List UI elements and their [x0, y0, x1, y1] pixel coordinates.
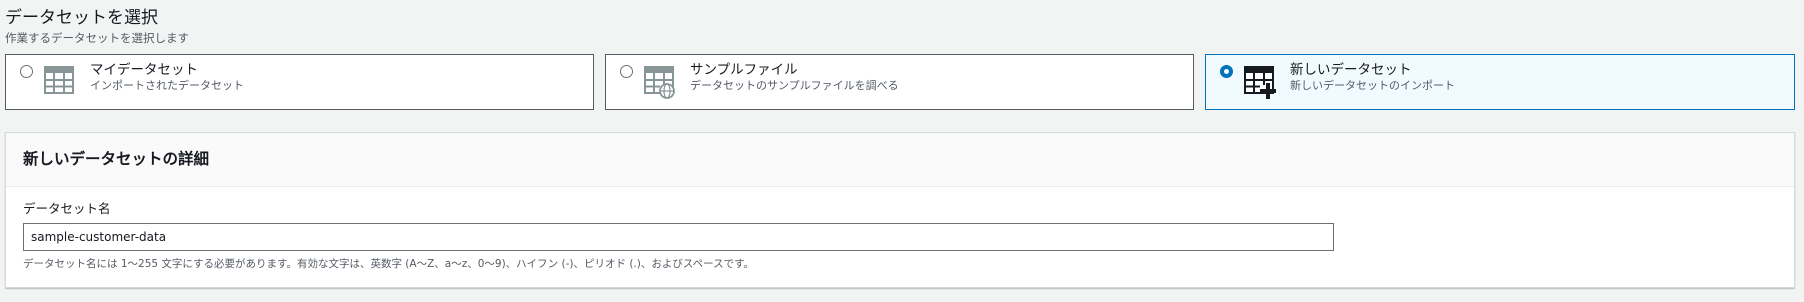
panel-title: 新しいデータセットの詳細 — [23, 150, 210, 168]
table-icon — [44, 66, 74, 94]
tile-sample-files[interactable]: サンプルファイル データセットのサンプルファイルを調べる — [605, 54, 1194, 110]
tile-new-dataset[interactable]: 新しいデータセット 新しいデータセットのインポート — [1205, 54, 1795, 110]
tile-sublabel: 新しいデータセットのインポート — [1290, 79, 1455, 92]
section-description: 作業するデータセットを選択します — [5, 31, 189, 45]
tile-my-datasets[interactable]: マイデータセット インポートされたデータセット — [5, 54, 594, 110]
tile-label: 新しいデータセット — [1290, 62, 1412, 78]
radio-my-datasets[interactable] — [20, 65, 33, 78]
page: データセットを選択 作業するデータセットを選択します マイデータセット インポー… — [0, 0, 1804, 302]
tile-label: マイデータセット — [90, 62, 198, 78]
dataset-name-hint: データセット名には 1〜255 文字にする必要があります。有効な文字は、英数字 … — [23, 258, 755, 270]
dataset-source-tiles: マイデータセット インポートされたデータセット サンプルファイル データセットの… — [5, 54, 1795, 110]
tile-sublabel: データセットのサンプルファイルを調べる — [690, 79, 899, 92]
radio-sample-files[interactable] — [620, 65, 633, 78]
tile-sublabel: インポートされたデータセット — [90, 79, 244, 92]
table-add-icon — [1244, 66, 1276, 99]
table-globe-icon — [644, 66, 675, 99]
dataset-name-label: データセット名 — [23, 201, 111, 216]
dataset-details-panel: 新しいデータセットの詳細 データセット名 データセット名には 1〜255 文字に… — [5, 132, 1795, 288]
section-title: データセットを選択 — [5, 8, 158, 28]
radio-new-dataset[interactable] — [1220, 65, 1233, 78]
tile-label: サンプルファイル — [690, 62, 798, 78]
panel-header: 新しいデータセットの詳細 — [6, 133, 1794, 187]
dataset-name-input[interactable] — [23, 223, 1334, 251]
